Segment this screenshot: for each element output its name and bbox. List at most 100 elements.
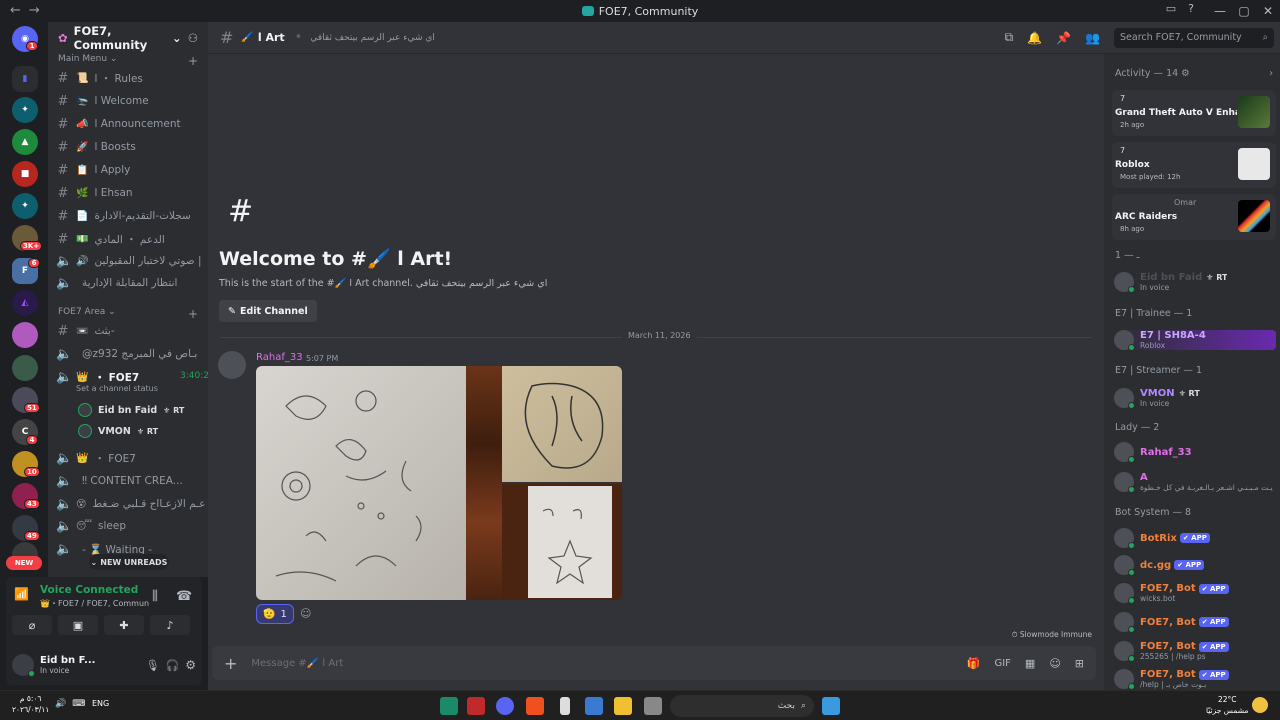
server-icon[interactable]: ■ xyxy=(12,161,38,187)
attachment-image[interactable] xyxy=(502,484,622,600)
discord-taskbar-icon[interactable] xyxy=(496,697,514,715)
microphone-icon[interactable]: 🎙 xyxy=(146,659,160,672)
language-indicator[interactable]: ENG xyxy=(92,699,109,708)
channel-item[interactable]: # 📜 ا ・ Rules xyxy=(56,68,206,88)
camera-button[interactable]: ⌀ xyxy=(12,615,52,635)
store-icon[interactable] xyxy=(585,697,603,715)
sticker-icon[interactable]: ▦ xyxy=(1025,657,1035,670)
pin-icon[interactable]: 📌 xyxy=(1056,31,1071,45)
weather-widget[interactable]: 22°C مشمس جزئيًا xyxy=(1206,694,1248,716)
channel-item[interactable]: # 🚀 ا Boosts xyxy=(56,137,206,157)
channel-item[interactable]: 🔈 😴 sleep xyxy=(56,516,206,536)
gift-icon[interactable]: 🎁 xyxy=(967,657,981,670)
member-row[interactable]: FOE7, Bot ✔ APP 255265 | /help ps xyxy=(1114,641,1276,662)
inbox-icon[interactable]: ▭ xyxy=(1166,2,1176,15)
member-row[interactable]: FOE7, Bot ✔ APP wicks.bot xyxy=(1114,583,1276,604)
activities-button[interactable]: ✚ xyxy=(104,615,144,635)
member-row[interactable]: Eid bn Faid ⚜ RT In voice xyxy=(1114,272,1276,293)
gif-icon[interactable]: GIF xyxy=(994,658,1010,669)
taskbar-app-icon[interactable] xyxy=(560,697,570,715)
channel-item[interactable]: 🔈 ‼ CONTENT CREA... xyxy=(56,471,206,491)
channel-item[interactable]: 🔈 👑 ・ FOE7 xyxy=(56,367,206,387)
notification-bell-icon[interactable]: 🔔 xyxy=(1027,31,1042,45)
signal-icon[interactable]: 📶 xyxy=(14,587,29,601)
screen-share-button[interactable]: ▣ xyxy=(58,615,98,635)
taskbar-app-icon[interactable] xyxy=(467,697,485,715)
activity-card[interactable]: 7Grand Theft Auto V Enhan...2h ago xyxy=(1112,90,1276,136)
settings-gear-icon[interactable]: ⚙ xyxy=(185,658,196,672)
server-icon[interactable] xyxy=(12,322,38,348)
voice-user[interactable]: VMON ⚜ RT xyxy=(78,422,158,440)
member-row[interactable]: VMON ⚜ RT In voice xyxy=(1114,388,1276,409)
new-unreads-button[interactable]: ⌄ NEW UNREADS xyxy=(89,554,169,570)
noise-suppression-icon[interactable]: ⫼ xyxy=(152,589,158,604)
help-icon[interactable]: ? xyxy=(1188,2,1194,15)
threads-icon[interactable]: ⧉ xyxy=(1005,30,1014,45)
attachment-image[interactable] xyxy=(502,366,622,482)
channel-item[interactable]: # 🛬 ا Welcome xyxy=(56,91,206,111)
member-row[interactable]: E7 | SH8A-4 Roblox xyxy=(1114,330,1276,351)
disconnect-icon[interactable]: ☎ xyxy=(176,589,192,604)
server-icon[interactable] xyxy=(12,355,38,381)
headphones-icon[interactable]: 🎧 xyxy=(166,659,180,672)
folder-icon[interactable]: ▮ xyxy=(12,66,38,92)
maximize-button[interactable]: ▢ xyxy=(1232,0,1256,22)
server-header[interactable]: ✿ FOE7, Community ⌄ ⚇ xyxy=(48,22,208,54)
message-input[interactable]: + Message #🖌️ ا Art 🎁 GIF ▦ ☺ ⊞ xyxy=(212,646,1096,680)
close-button[interactable]: ✕ xyxy=(1256,0,1280,22)
add-reaction-icon[interactable]: ☺ xyxy=(300,607,311,620)
activity-card[interactable]: Omar ARC Raiders 8h ago xyxy=(1112,194,1276,240)
voice-user[interactable]: Eid bn Faid ⚜ RT xyxy=(78,401,184,419)
server-icon[interactable]: ✦ xyxy=(12,193,38,219)
category-foe7-area[interactable]: FOE7 Area ⌄ + xyxy=(58,307,198,321)
attachment-image[interactable] xyxy=(256,366,466,600)
member-row[interactable]: BotRix ✔ APP xyxy=(1114,528,1276,549)
avatar[interactable] xyxy=(12,654,35,677)
channel-item[interactable]: 🔈 انتظار المقابلة الإدارية xyxy=(56,273,206,293)
system-tray-icons[interactable]: 🔊⌨ xyxy=(55,699,91,709)
emoji-icon[interactable]: ☺ xyxy=(1049,657,1060,670)
channel-item[interactable]: 🔈 😵 عـم الازعـااج قـلبي ضـغط xyxy=(56,494,206,514)
message-author[interactable]: Rahaf_33 xyxy=(256,352,303,363)
member-row[interactable]: Rahaf_33 xyxy=(1114,442,1276,463)
apps-icon[interactable]: ⊞ xyxy=(1075,657,1084,670)
task-view-icon[interactable] xyxy=(644,697,662,715)
new-unreads-pill[interactable]: NEW xyxy=(6,556,42,570)
channel-item[interactable]: # 📼 بثث- xyxy=(56,321,206,341)
member-row[interactable]: dc.gg ✔ APP xyxy=(1114,555,1276,576)
server-icon[interactable]: ▲ xyxy=(12,129,38,155)
taskbar-search[interactable]: بحث ⌕ xyxy=(670,695,814,717)
channel-item[interactable]: 🔈 🔊 صوتي لاختبار المقبولين | xyxy=(56,251,206,271)
channel-item[interactable]: # 📣 ا Announcement xyxy=(56,114,206,134)
channel-item[interactable]: # 🌿 ا Ehsan xyxy=(56,183,206,203)
server-icon[interactable]: ◭ xyxy=(12,290,38,316)
avatar[interactable] xyxy=(218,351,246,379)
channel-item[interactable]: 🔈 @z932 بـاص في المبرمج xyxy=(56,344,206,364)
soundboard-button[interactable]: ♪ xyxy=(150,615,190,635)
taskbar-app-icon[interactable] xyxy=(440,697,458,715)
activity-card[interactable]: 7 Roblox Most played: 12h xyxy=(1112,142,1276,188)
nav-arrows[interactable]: ←→ xyxy=(10,3,48,18)
reaction-button[interactable]: 🫡 1 xyxy=(256,604,294,624)
voice-status[interactable]: Voice Connected xyxy=(40,584,138,596)
category-main-menu[interactable]: Main Menu ⌄ + xyxy=(58,54,198,68)
member-row[interactable]: FOE7, Bot ✔ APP/help | بـوت خاص بـ xyxy=(1114,669,1276,690)
clock[interactable]: ٥:٠٦ م ٢٠٢٦/٠٣/١١ xyxy=(12,693,49,715)
minimize-button[interactable]: — xyxy=(1208,0,1232,22)
member-row[interactable]: A يـت مـبـنـي اشـعر بـالـغربـة في كل خـطو… xyxy=(1114,472,1276,493)
channel-item[interactable]: # 📄 سجلات-التقديم-الادارة xyxy=(56,206,206,226)
add-attachment-icon[interactable]: + xyxy=(224,654,237,673)
search-input[interactable]: Search FOE7, Community ⌕ xyxy=(1114,27,1274,48)
channel-item[interactable]: 🔈 👑 ・ FOE7 xyxy=(56,448,206,468)
voice-channel[interactable]: 👑・FOE7 / FOE7, Commun... xyxy=(40,598,150,609)
edit-channel-button[interactable]: ✎ Edit Channel xyxy=(219,300,317,322)
invite-people-icon[interactable]: ⚇ xyxy=(188,31,198,45)
brave-browser-icon[interactable] xyxy=(526,697,544,715)
file-explorer-icon[interactable] xyxy=(614,697,632,715)
member-row[interactable]: FOE7, Bot ✔ APP xyxy=(1114,612,1276,633)
channel-item[interactable]: # 📋 ا Apply xyxy=(56,160,206,180)
member-list-icon[interactable]: 👥 xyxy=(1085,31,1100,45)
channel-item[interactable]: # 💵 الدعم ・ المادي xyxy=(56,229,206,249)
channel-topic[interactable]: اي شيء عبر الرسم بيتحف ثقافي xyxy=(310,33,435,43)
server-icon[interactable]: ✦ xyxy=(12,97,38,123)
